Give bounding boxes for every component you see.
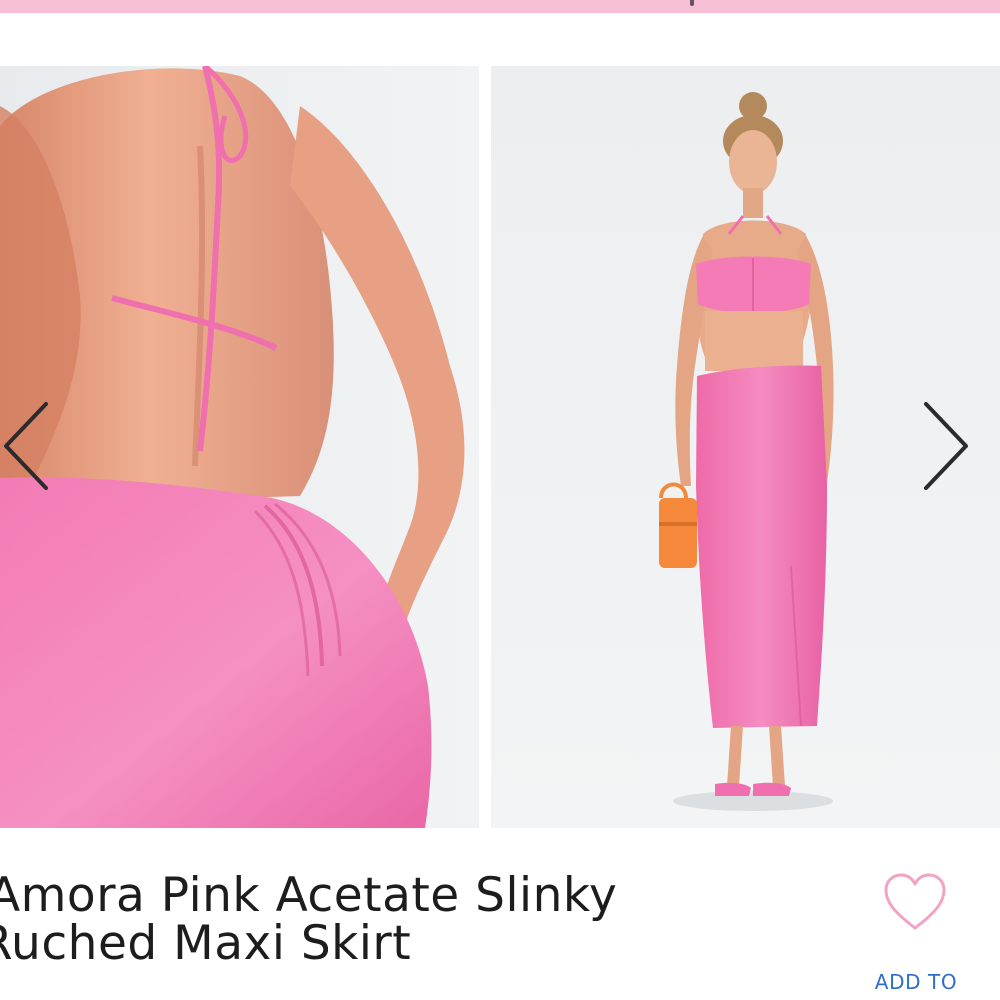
product-title: Amora Pink Acetate Slinky Ruched Maxi Sk… <box>0 872 840 968</box>
product-title-line-1: Amora Pink Acetate Slinky <box>0 868 618 923</box>
product-image-back-detail[interactable] <box>0 66 479 828</box>
add-to-wishlist-label: ADD TO <box>874 970 958 994</box>
product-page: Amora Pink Acetate Slinky Ruched Maxi Sk… <box>0 0 1000 1000</box>
add-to-wishlist-button[interactable]: ADD TO <box>862 868 970 1000</box>
previous-image-button[interactable] <box>0 400 56 500</box>
product-title-block: Amora Pink Acetate Slinky Ruched Maxi Sk… <box>0 872 840 968</box>
header-strip-marker <box>690 0 694 6</box>
chevron-right-icon <box>924 402 968 490</box>
chevron-left-icon <box>4 402 48 490</box>
product-title-line-2: Ruched Maxi Skirt <box>0 916 412 971</box>
next-image-button[interactable] <box>918 400 974 500</box>
heart-outline-icon <box>884 873 946 930</box>
product-image-carousel[interactable] <box>0 66 1000 828</box>
header-strip <box>0 0 1000 13</box>
